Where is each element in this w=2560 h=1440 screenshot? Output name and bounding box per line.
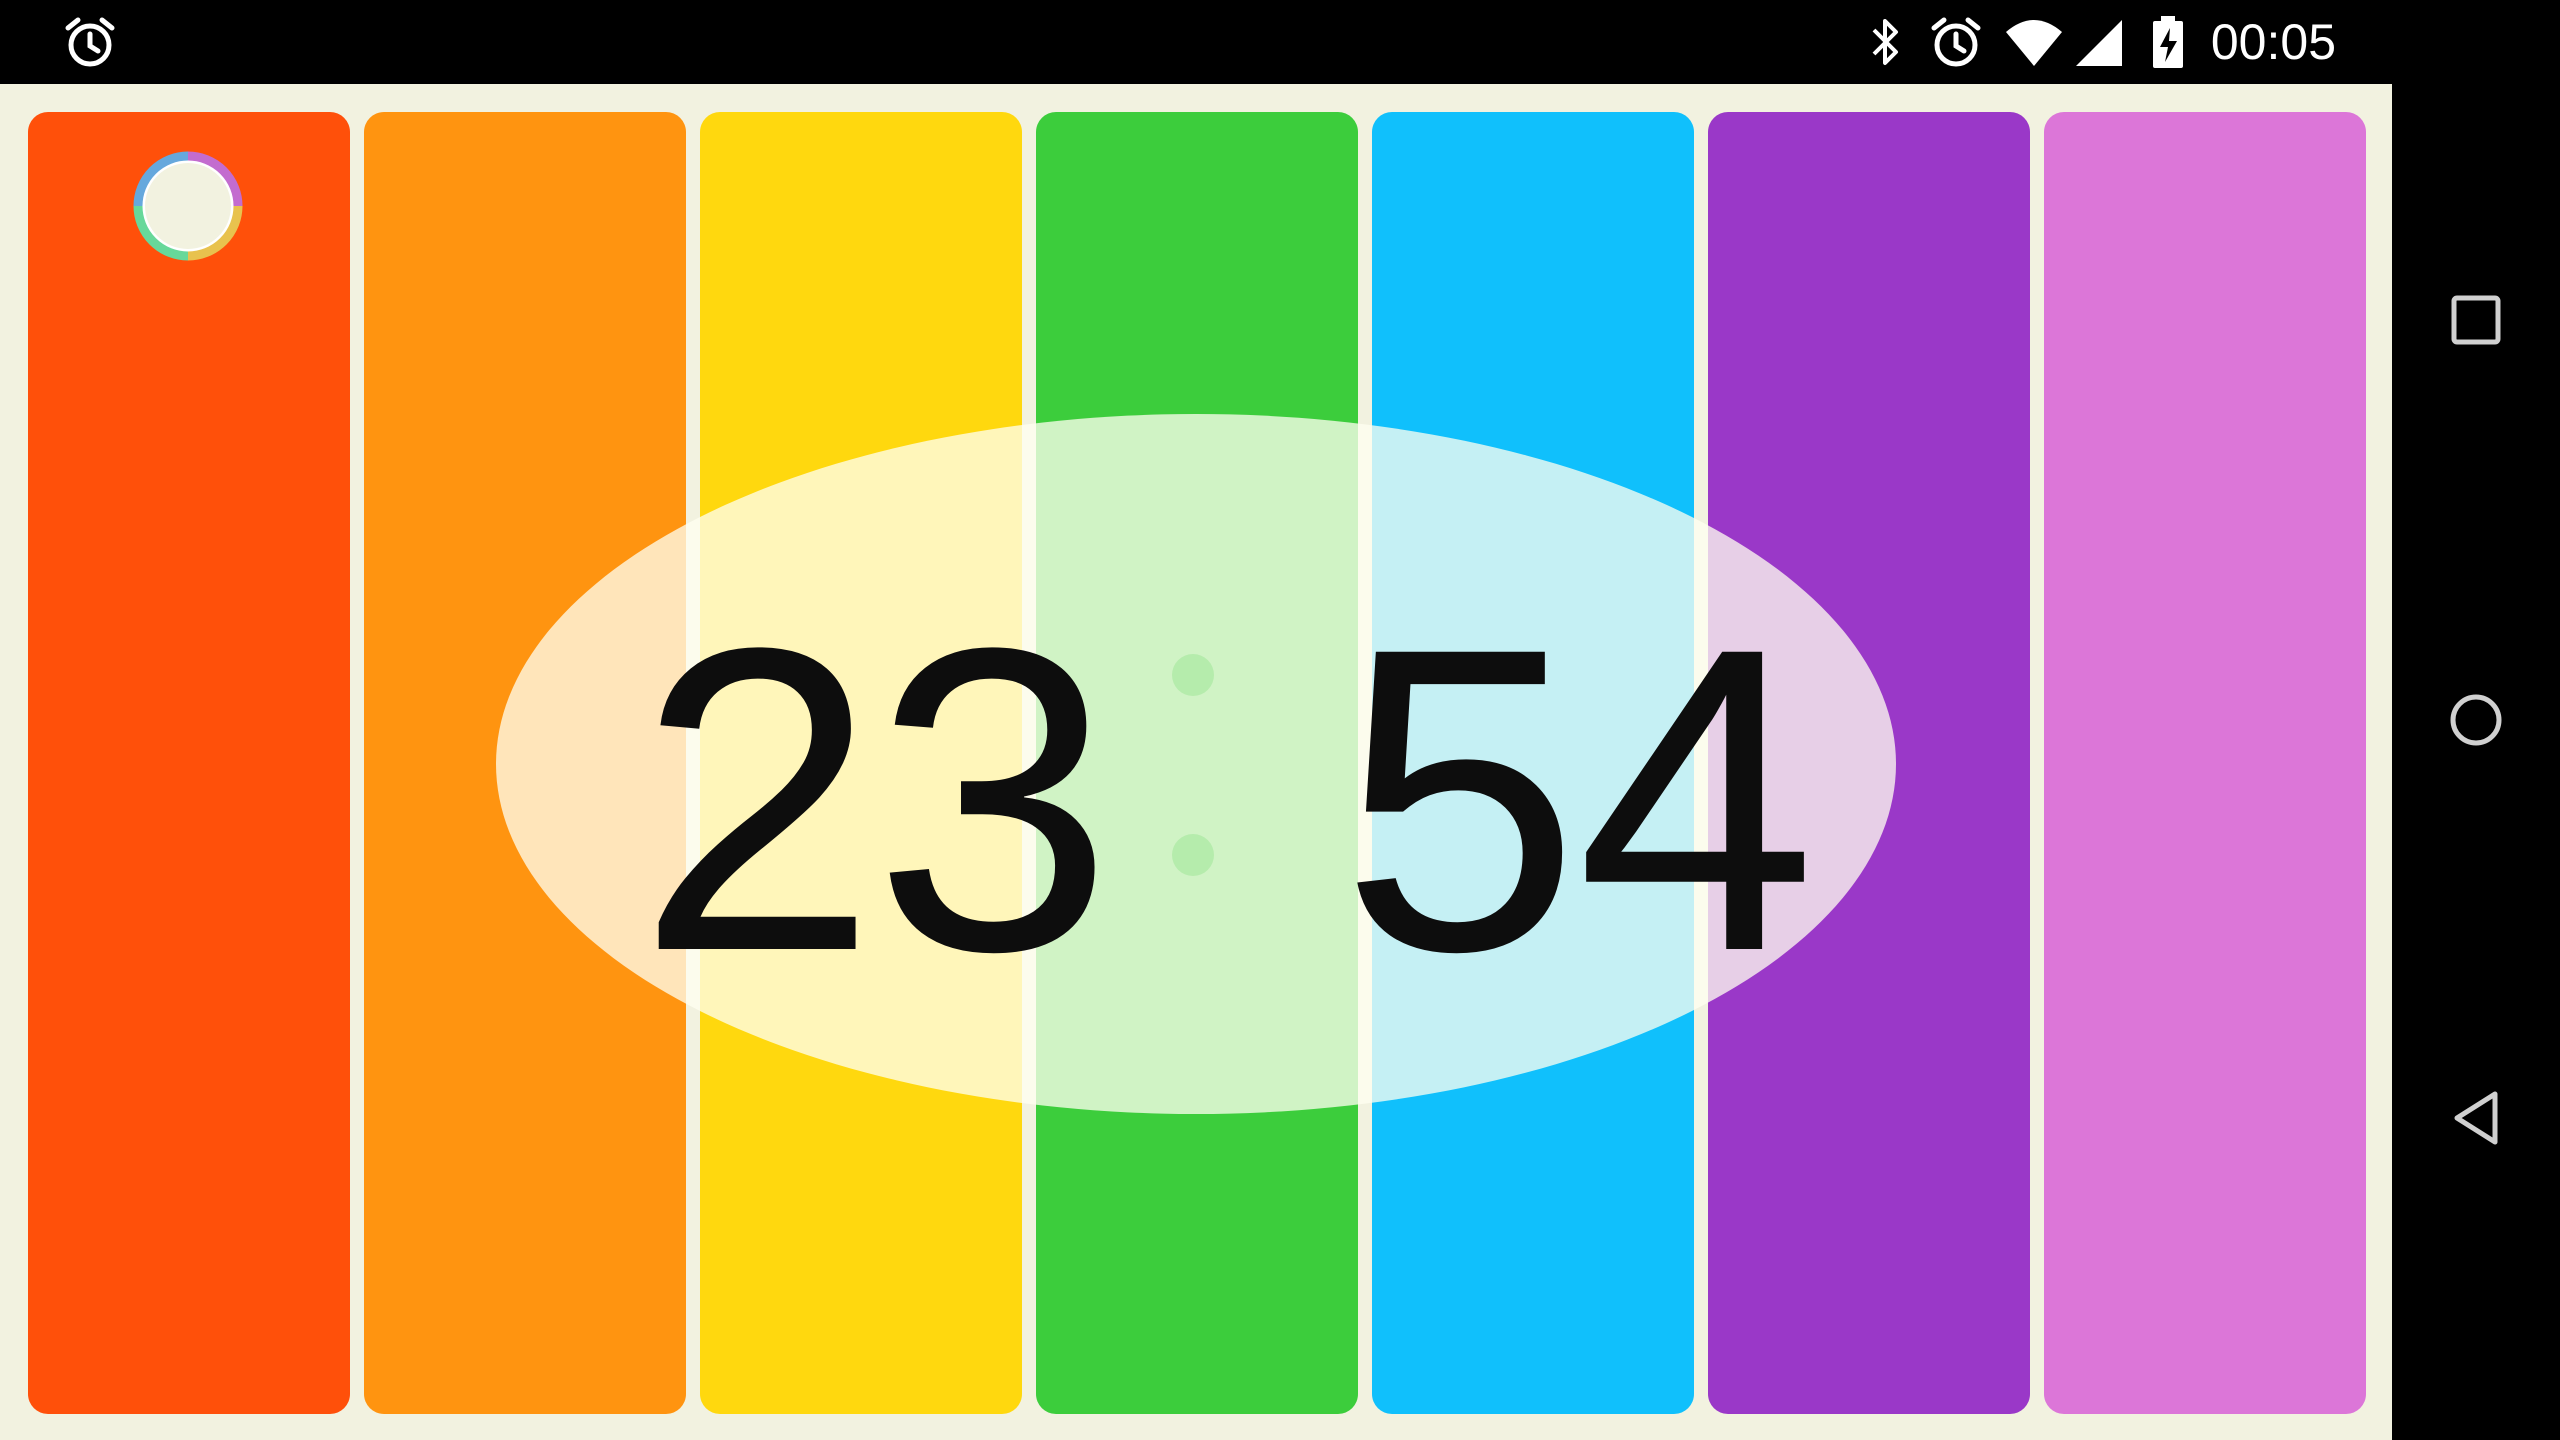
colon-dot-bottom xyxy=(1172,834,1214,876)
clock-hours: 23 xyxy=(637,558,1114,1041)
colon-dot-top xyxy=(1172,654,1214,696)
color-bar-pink[interactable] xyxy=(2044,112,2366,1414)
status-bar-time: 00:05 xyxy=(2210,14,2336,70)
color-bar-red[interactable] xyxy=(28,112,350,1414)
battery-charging-icon xyxy=(2150,14,2186,75)
app-canvas[interactable]: 23 54 xyxy=(0,84,2392,1440)
wifi-icon xyxy=(2004,14,2064,75)
alarm-icon xyxy=(1928,14,1984,75)
clock-minutes: 54 xyxy=(1340,558,1817,1041)
navigation-bar xyxy=(2392,0,2560,1440)
color-wheel-icon[interactable] xyxy=(132,150,244,262)
bluetooth-icon xyxy=(1862,14,1910,75)
status-bar: 00:05 xyxy=(0,0,2392,84)
back-icon[interactable] xyxy=(2436,1078,2516,1158)
cell-signal-icon xyxy=(2074,14,2124,75)
recents-icon[interactable] xyxy=(2436,280,2516,360)
home-icon[interactable] xyxy=(2436,680,2516,760)
alarm-icon xyxy=(62,14,118,75)
